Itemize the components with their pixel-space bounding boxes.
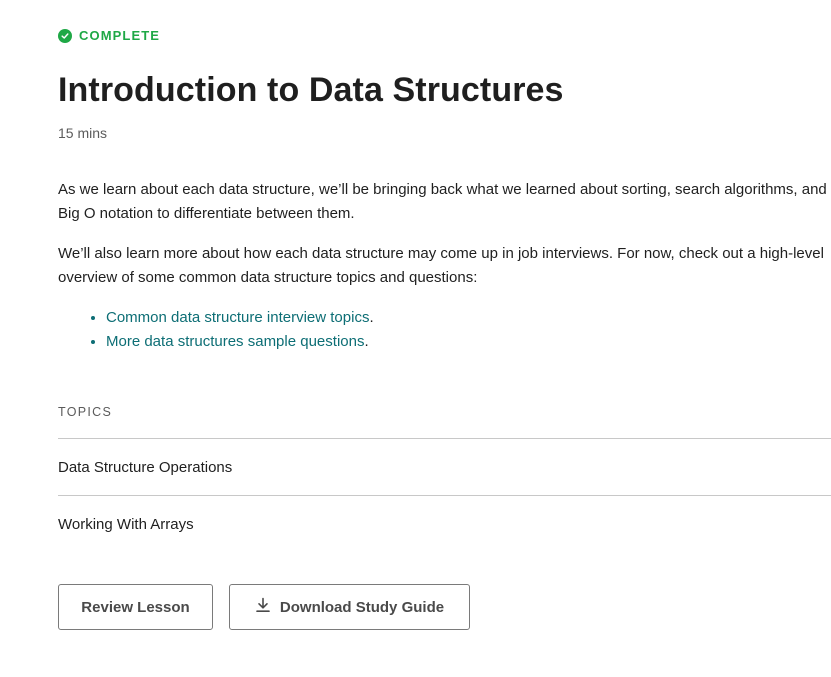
topics-heading: TOPICS [58, 405, 113, 419]
interview-paragraph: We’ll also learn more about how each dat… [58, 245, 824, 286]
check-circle-icon [58, 28, 72, 43]
topic-label: Working With Arrays [58, 515, 194, 533]
lesson-duration: 15 mins [58, 125, 108, 141]
download-study-guide-button[interactable]: Download Study Guide [229, 584, 470, 630]
download-study-guide-label: Download Study Guide [279, 598, 445, 616]
link-suffix: . [369, 309, 374, 326]
resource-links: Common data structure interview topics. … [58, 306, 374, 354]
link-suffix: . [364, 333, 369, 350]
list-item: More data structures sample questions. [106, 330, 374, 354]
review-lesson-button[interactable]: Review Lesson [58, 584, 213, 630]
sample-questions-link[interactable]: More data structures sample questions [106, 333, 364, 350]
page-title: Introduction to Data Structures [58, 71, 564, 109]
topic-label: Data Structure Operations [58, 458, 233, 476]
interview-topics-link[interactable]: Common data structure interview topics [106, 309, 369, 326]
intro-paragraph: As we learn about each data structure, w… [58, 181, 827, 222]
review-lesson-label: Review Lesson [81, 598, 190, 616]
list-item: Common data structure interview topics. [106, 306, 374, 330]
topic-item-working-with-arrays[interactable]: Working With Arrays [58, 495, 831, 552]
status-label: COMPLETE [79, 28, 161, 43]
topic-list: Data Structure Operations Working With A… [58, 438, 831, 552]
download-icon [255, 597, 271, 617]
completion-status: COMPLETE [58, 28, 160, 43]
topic-item-data-structure-operations[interactable]: Data Structure Operations [58, 438, 831, 495]
